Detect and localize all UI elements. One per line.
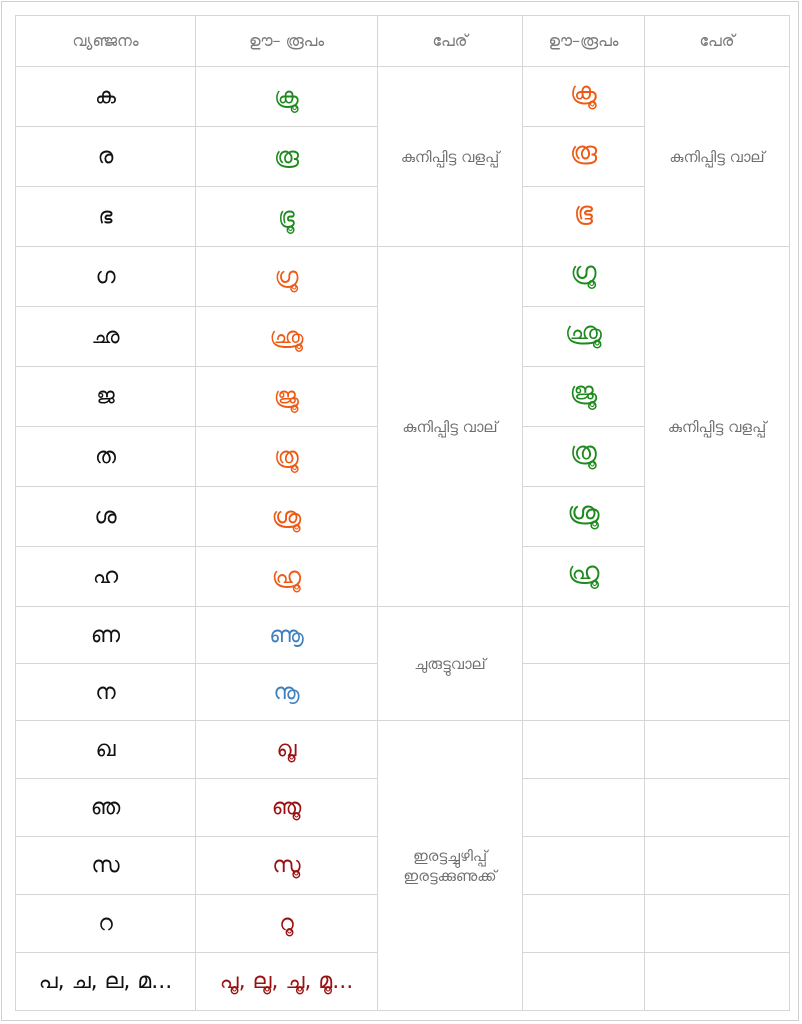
header-alt-name: പേര് [644, 15, 790, 67]
alt-form-cell: ശ്രൂ [522, 486, 645, 547]
alt-form-cell: ക്രൂ [522, 66, 645, 127]
form-cell: ണൂ [195, 606, 378, 664]
form-cell: റൂ [195, 894, 378, 953]
form-cell: ഭ്രൂ [195, 186, 378, 247]
empty-cell [522, 606, 645, 664]
form-cell: ഗ്രൂ [195, 246, 378, 307]
alt-form-cell: ജ്രൂ [522, 366, 645, 427]
header-row: വ്യഞ്ജനം ഊ– രൂപം പേര് ഊ–രൂപം പേര് [15, 15, 790, 67]
alt-form-cell: ഹ്രൂ [522, 546, 645, 607]
form-cell: ക്രൂ [195, 66, 378, 127]
empty-cell [644, 894, 790, 953]
alt-form-cell: ഭൂ [522, 186, 645, 247]
empty-cell [522, 894, 645, 953]
consonant-cell: ഞ [15, 778, 196, 837]
empty-cell [644, 778, 790, 837]
empty-cell [644, 606, 790, 664]
table-row: ഖ ഖൂ ഇരട്ടച്ചുഴിപ്പ് ഇരട്ടക്കുണുക്ക് [15, 720, 790, 1011]
alt-form-cell: ഗ്രൂ [522, 246, 645, 307]
form-cell: രൂ [195, 126, 378, 187]
group-alt-name-cell: കുനിപ്പിട്ട വളപ്പ് [644, 246, 790, 607]
consonant-cell: റ [15, 894, 196, 953]
form-cell: ഹ്രൂ [195, 546, 378, 607]
empty-cell [644, 663, 790, 721]
group-name-cell: കുനിപ്പിട്ട വളപ്പ് [377, 66, 523, 247]
form-cell: നൂ [195, 663, 378, 721]
group-name-cell: ചുരുട്ടുവാല് [377, 606, 523, 721]
empty-cell [522, 952, 645, 1011]
consonant-cell: ജ [15, 366, 196, 427]
empty-cell [522, 836, 645, 895]
consonant-cell: ന [15, 663, 196, 721]
table-frame: വ്യഞ്ജനം ഊ– രൂപം പേര് ഊ–രൂപം പേര് ക ക്രൂ… [1, 1, 799, 1021]
form-cell: സൂ [195, 836, 378, 895]
vowel-sign-table: വ്യഞ്ജനം ഊ– രൂപം പേര് ഊ–രൂപം പേര് ക ക്രൂ… [15, 15, 790, 1011]
header-form: ഊ– രൂപം [195, 15, 378, 67]
form-cell: ഛ്രൂ [195, 306, 378, 367]
consonant-cell: ത [15, 426, 196, 487]
alt-form-cell: രൂ [522, 126, 645, 187]
group-name-line1: ഇരട്ടച്ചുഴിപ്പ് [412, 846, 488, 865]
form-cell: ത്രൂ [195, 426, 378, 487]
empty-cell [522, 663, 645, 721]
table-row: ണ ണൂ ചുരുട്ടുവാല് [15, 606, 790, 721]
empty-cell [522, 720, 645, 779]
header-consonant: വ്യഞ്ജനം [15, 15, 196, 67]
group-name-cell: കുനിപ്പിട്ട വാല് [377, 246, 523, 607]
empty-cell [644, 836, 790, 895]
consonant-cell: പ, ച, ല, മ... [15, 952, 196, 1011]
empty-cell [522, 778, 645, 837]
form-cell: ജ്രൂ [195, 366, 378, 427]
header-alt-form: ഊ–രൂപം [522, 15, 645, 67]
form-cell: ഖൂ [195, 720, 378, 779]
consonant-cell: ര [15, 126, 196, 187]
consonant-cell: ഖ [15, 720, 196, 779]
form-cell: ഞൂ [195, 778, 378, 837]
alt-form-cell: ഛ്രൂ [522, 306, 645, 367]
group-name-line2: ഇരട്ടക്കുണുക്ക് [403, 866, 497, 885]
consonant-cell: ഗ [15, 246, 196, 307]
consonant-cell: ണ [15, 606, 196, 664]
header-name: പേര് [377, 15, 523, 67]
empty-cell [644, 720, 790, 779]
empty-cell [644, 952, 790, 1011]
alt-form-cell: ത്രൂ [522, 426, 645, 487]
group-alt-name-cell: കുനിപ്പിട്ട വാല് [644, 66, 790, 247]
table-row: ക ക്രൂ കുനിപ്പിട്ട വളപ്പ് ക്രൂ കുനിപ്പിട… [15, 66, 790, 247]
table-row: ഗ ഗ്രൂ കുനിപ്പിട്ട വാല് ഗ്രൂ കുനിപ്പിട്ട… [15, 246, 790, 607]
consonant-cell: ഭ [15, 186, 196, 247]
consonant-cell: ഹ [15, 546, 196, 607]
group-name-cell: ഇരട്ടച്ചുഴിപ്പ് ഇരട്ടക്കുണുക്ക് [377, 720, 523, 1011]
consonant-cell: സ [15, 836, 196, 895]
consonant-cell: ക [15, 66, 196, 127]
consonant-cell: ഛ [15, 306, 196, 367]
consonant-cell: ശ [15, 486, 196, 547]
form-cell: ശ്രൂ [195, 486, 378, 547]
form-cell: പൂ, ലൂ, ചൂ, മൂ... [195, 952, 378, 1011]
